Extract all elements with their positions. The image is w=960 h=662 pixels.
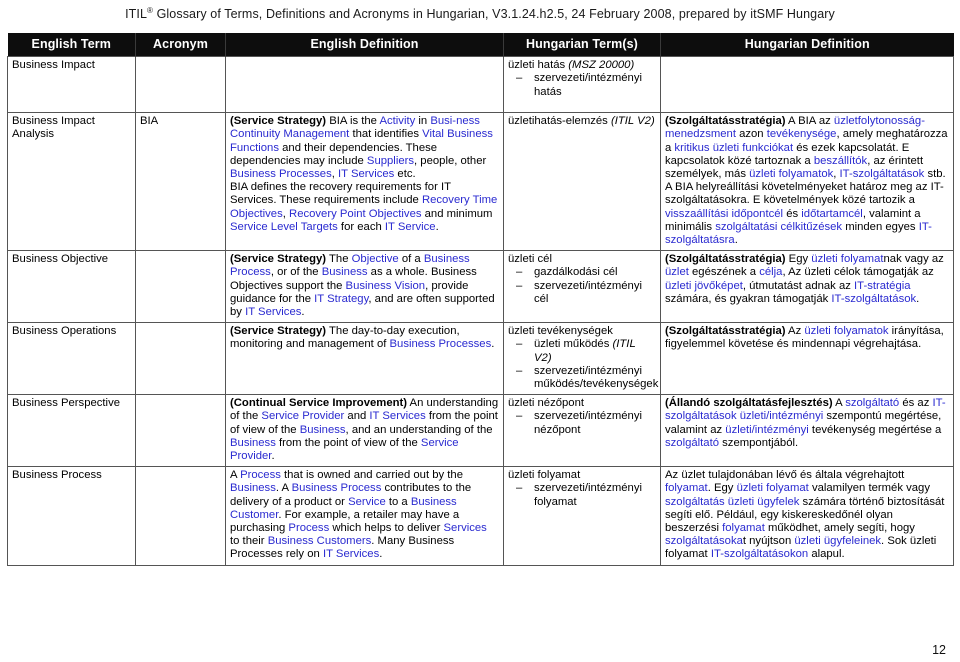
cell-hungarian-definition: (Szolgáltatásstratégia) Az üzleti folyam… (660, 322, 954, 396)
table-header-row: English Term Acronym English Definition … (7, 33, 954, 57)
cell-hungarian-term: üzleti folyamat szervezeti/intézményi fo… (503, 466, 661, 566)
hungarian-term-main: üzleti cél (508, 253, 552, 266)
column-header-hungarian-definition: Hungarian Definition (660, 33, 954, 57)
cell-hungarian-term: üzleti hatás (MSZ 20000) szervezeti/inté… (503, 56, 661, 114)
hungarian-term-main: üzleti hatás (MSZ 20000) (508, 59, 635, 72)
hungarian-term-sublist: szervezeti/intézményi nézőpont (508, 410, 656, 436)
cell-hungarian-term: üzleti tevékenységek üzleti működés (ITI… (503, 322, 661, 396)
hungarian-term-main: üzleti nézőpont (508, 397, 584, 410)
hungarian-term-sub-item: üzleti működés (ITIL V2) (508, 338, 656, 364)
table-row: Business Process A Process that is owned… (7, 466, 954, 566)
document-header-post: Glossary of Terms, Definitions and Acron… (153, 7, 835, 22)
document-header-pre: ITIL (125, 7, 148, 22)
cell-acronym (135, 466, 226, 566)
table-row: Business Impact Analysis BIA (Service St… (7, 112, 954, 252)
cell-hungarian-term: üzleti cél gazdálkodási célszervezeti/in… (503, 250, 661, 324)
hungarian-term-main: üzleti tevékenységek (508, 325, 613, 338)
cell-english-term: Business Process (7, 466, 136, 566)
cell-acronym: BIA (135, 112, 226, 252)
hungarian-term-sub-item: szervezeti/intézményi nézőpont (508, 410, 656, 436)
hungarian-term-sublist: szervezeti/intézményi folyamat (508, 482, 656, 508)
cell-hungarian-term: üzleti nézőpont szervezeti/intézményi né… (503, 394, 661, 468)
hungarian-term-main: üzletihatás-elemzés (ITIL V2) (508, 115, 655, 128)
hungarian-term-sub-item: szervezeti/intézményi cél (508, 280, 656, 306)
cell-english-definition: A Process that is owned and carried out … (225, 466, 504, 566)
cell-hungarian-definition: (Szolgáltatásstratégia) Egy üzleti folya… (660, 250, 954, 324)
column-header-hungarian-term: Hungarian Term(s) (503, 33, 661, 57)
cell-english-definition: (Service Strategy) The Objective of a Bu… (225, 250, 504, 324)
cell-english-definition: (Service Strategy) BIA is the Activity i… (225, 112, 504, 252)
cell-acronym (135, 56, 226, 114)
cell-english-term: Business Perspective (7, 394, 136, 468)
cell-english-term: Business Objective (7, 250, 136, 324)
hungarian-term-main: üzleti folyamat (508, 469, 581, 482)
cell-english-term: Business Operations (7, 322, 136, 396)
cell-acronym (135, 250, 226, 324)
hungarian-term-sublist: gazdálkodási célszervezeti/intézményi cé… (508, 266, 656, 306)
hungarian-term-sub-item: szervezeti/intézményi hatás (508, 72, 656, 98)
hungarian-term-sublist: szervezeti/intézményi hatás (508, 72, 656, 98)
table-row: Business Objective (Service Strategy) Th… (7, 250, 954, 324)
cell-hungarian-definition: Az üzlet tulajdonában lévő és általa vég… (660, 466, 954, 566)
glossary-table: English Term Acronym English Definition … (7, 33, 954, 566)
table-row: Business Perspective (Continual Service … (7, 394, 954, 468)
document-header: ITIL® Glossary of Terms, Definitions and… (0, 0, 960, 22)
page-number: 12 (932, 643, 946, 657)
cell-hungarian-definition (660, 56, 954, 114)
cell-english-definition (225, 56, 504, 114)
cell-english-definition: (Continual Service Improvement) An under… (225, 394, 504, 468)
cell-english-term: Business Impact Analysis (7, 112, 136, 252)
table-row: Business Operations (Service Strategy) T… (7, 322, 954, 396)
hungarian-term-sub-item: gazdálkodási cél (508, 266, 656, 279)
hungarian-term-sub-item: szervezeti/intézményi működés/tevékenysé… (508, 365, 658, 391)
hungarian-term-sublist: üzleti működés (ITIL V2)szervezeti/intéz… (508, 338, 658, 391)
hungarian-term-sub-item: szervezeti/intézményi folyamat (508, 482, 656, 508)
cell-hungarian-term: üzletihatás-elemzés (ITIL V2) (503, 112, 661, 252)
cell-hungarian-definition: (Szolgáltatásstratégia) A BIA az üzletfo… (660, 112, 954, 252)
cell-acronym (135, 394, 226, 468)
cell-english-definition: (Service Strategy) The day-to-day execut… (225, 322, 504, 396)
column-header-english-definition: English Definition (225, 33, 504, 57)
cell-hungarian-definition: (Állandó szolgáltatásfejlesztés) A szolg… (660, 394, 954, 468)
column-header-english-term: English Term (7, 33, 136, 57)
table-row: Business Impact üzleti hatás (MSZ 20000)… (7, 56, 954, 114)
cell-english-term: Business Impact (7, 56, 136, 114)
cell-acronym (135, 322, 226, 396)
document-page: ITIL® Glossary of Terms, Definitions and… (0, 0, 960, 662)
column-header-acronym: Acronym (135, 33, 226, 57)
